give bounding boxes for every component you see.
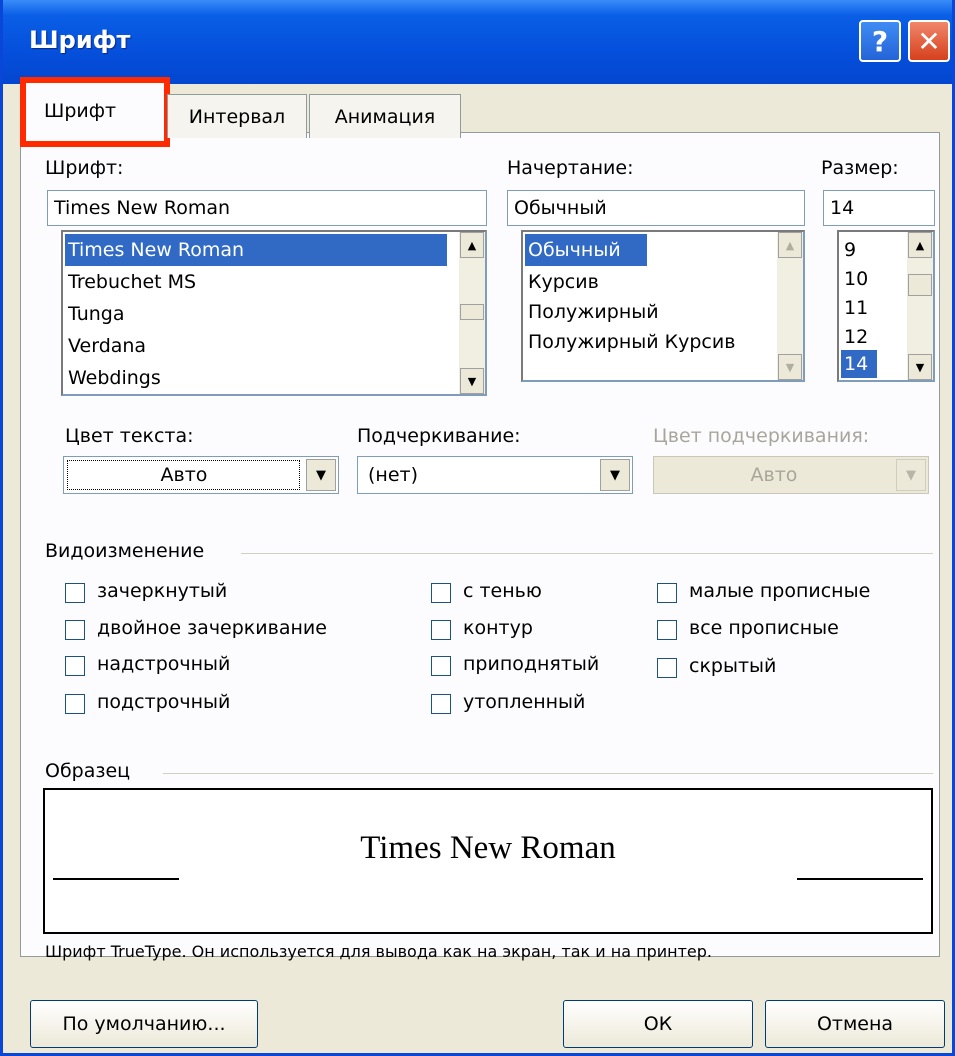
style-label: Начертание: bbox=[507, 157, 634, 179]
list-item[interactable]: Tunga bbox=[65, 298, 447, 330]
superscript-label: надстрочный bbox=[97, 653, 231, 675]
tab-font-label: Шрифт bbox=[44, 100, 117, 122]
emboss-checkbox[interactable] bbox=[431, 656, 451, 676]
default-button-label: По умолчанию... bbox=[62, 1013, 226, 1035]
list-item[interactable]: Полужирный Курсив bbox=[525, 326, 775, 358]
list-item[interactable]: Курсив bbox=[525, 266, 775, 298]
list-item[interactable]: 12 bbox=[841, 321, 877, 353]
underline-label: Подчеркивание: bbox=[357, 425, 521, 447]
small-caps-label: малые прописные bbox=[689, 580, 871, 602]
preview-baseline-left bbox=[53, 878, 179, 880]
dropdown-arrow-icon: ▼ bbox=[896, 459, 926, 491]
dropdown-arrow-icon[interactable]: ▼ bbox=[306, 459, 336, 491]
style-input[interactable]: Обычный bbox=[507, 190, 805, 226]
scroll-up-icon[interactable]: ▲ bbox=[778, 232, 802, 258]
font-label: Шрифт: bbox=[45, 157, 124, 179]
underline-color-label: Цвет подчеркивания: bbox=[653, 425, 870, 447]
size-input[interactable]: 14 bbox=[823, 190, 935, 226]
list-item[interactable]: Verdana bbox=[65, 330, 447, 362]
list-item[interactable]: Обычный bbox=[525, 234, 647, 266]
preview-group-label: Образец bbox=[45, 760, 131, 782]
subscript-checkbox[interactable] bbox=[65, 694, 85, 714]
preview-baseline-right bbox=[797, 878, 923, 880]
outline-checkbox[interactable] bbox=[431, 620, 451, 640]
tab-interval-label: Интервал bbox=[188, 105, 286, 128]
font-dialog: Шрифт ? ✕ Шрифт Интервал Анимация Шрифт:… bbox=[0, 0, 955, 1056]
font-type-note: Шрифт TrueType. Он используется для выво… bbox=[45, 942, 712, 961]
text-color-label: Цвет текста: bbox=[65, 425, 194, 447]
strikethrough-checkbox[interactable] bbox=[65, 583, 85, 603]
shadow-checkbox[interactable] bbox=[431, 583, 451, 603]
double-strikethrough-checkbox[interactable] bbox=[65, 620, 85, 640]
help-icon: ? bbox=[871, 24, 889, 58]
text-color-select[interactable]: Авто ▼ bbox=[63, 456, 339, 494]
group-divider bbox=[163, 773, 933, 774]
preview-text: Times New Roman bbox=[360, 830, 616, 866]
list-item[interactable]: 9 bbox=[841, 234, 877, 266]
style-list[interactable]: Обычный Курсив Полужирный Полужирный Кур… bbox=[521, 230, 805, 382]
scroll-thumb[interactable] bbox=[908, 274, 932, 296]
default-button[interactable]: По умолчанию... bbox=[30, 1000, 258, 1048]
cancel-button-label: Отмена bbox=[816, 1013, 894, 1035]
font-input[interactable]: Times New Roman bbox=[47, 190, 487, 226]
list-item[interactable]: Times New Roman bbox=[65, 234, 447, 266]
underline-color-value: Авто bbox=[750, 464, 798, 486]
scroll-down-icon[interactable]: ▼ bbox=[908, 354, 932, 380]
tab-font[interactable]: Шрифт bbox=[20, 77, 170, 147]
close-button[interactable]: ✕ bbox=[908, 20, 950, 62]
all-caps-label: все прописные bbox=[689, 617, 839, 639]
engrave-label: утопленный bbox=[463, 691, 586, 713]
list-item[interactable]: 10 bbox=[841, 263, 877, 295]
strikethrough-label: зачеркнутый bbox=[97, 580, 228, 602]
outline-label: контур bbox=[463, 617, 533, 639]
scroll-up-icon[interactable]: ▲ bbox=[908, 232, 932, 258]
help-button[interactable]: ? bbox=[859, 20, 901, 62]
close-icon: ✕ bbox=[917, 24, 941, 58]
tab-animation[interactable]: Анимация bbox=[309, 94, 461, 138]
size-list[interactable]: 9 10 11 12 14 ▲ ▼ bbox=[837, 230, 935, 382]
title-bar[interactable]: Шрифт ? ✕ bbox=[3, 0, 952, 84]
underline-value: (нет) bbox=[368, 464, 419, 486]
tab-interval[interactable]: Интервал bbox=[167, 94, 307, 138]
double-strikethrough-label: двойное зачеркивание bbox=[97, 617, 327, 639]
list-item[interactable]: Trebuchet MS bbox=[65, 266, 447, 298]
window-title: Шрифт bbox=[29, 26, 131, 54]
tab-animation-label: Анимация bbox=[334, 105, 436, 128]
list-item[interactable]: 14 bbox=[841, 350, 877, 378]
all-caps-checkbox[interactable] bbox=[657, 620, 677, 640]
list-item[interactable]: Webdings bbox=[65, 362, 447, 394]
size-list-scrollbar[interactable]: ▲ ▼ bbox=[907, 232, 933, 380]
superscript-checkbox[interactable] bbox=[65, 656, 85, 676]
small-caps-checkbox[interactable] bbox=[657, 583, 677, 603]
size-label: Размер: bbox=[821, 157, 899, 179]
style-list-scrollbar[interactable]: ▲ ▼ bbox=[777, 232, 803, 380]
underline-color-select: Авто ▼ bbox=[653, 456, 929, 494]
scroll-thumb[interactable] bbox=[460, 304, 484, 320]
dropdown-arrow-icon[interactable]: ▼ bbox=[600, 459, 630, 491]
list-item[interactable]: 11 bbox=[841, 292, 877, 324]
ok-button-label: ОК bbox=[643, 1013, 673, 1035]
subscript-label: подстрочный bbox=[97, 691, 231, 713]
ok-button[interactable]: ОК bbox=[563, 1000, 753, 1048]
underline-select[interactable]: (нет) ▼ bbox=[357, 456, 633, 494]
preview-box: Times New Roman bbox=[43, 788, 933, 934]
group-divider bbox=[241, 553, 933, 554]
font-list[interactable]: Times New Roman Trebuchet MS Tunga Verda… bbox=[61, 230, 487, 396]
effects-group-label: Видоизменение bbox=[45, 540, 205, 562]
font-list-scrollbar[interactable]: ▲ ▼ bbox=[459, 232, 485, 394]
cancel-button[interactable]: Отмена bbox=[765, 1000, 945, 1048]
hidden-checkbox[interactable] bbox=[657, 658, 677, 678]
scroll-down-icon[interactable]: ▼ bbox=[460, 368, 484, 394]
emboss-label: приподнятый bbox=[463, 653, 600, 675]
hidden-label: скрытый bbox=[689, 655, 777, 677]
engrave-checkbox[interactable] bbox=[431, 694, 451, 714]
scroll-down-icon[interactable]: ▼ bbox=[778, 354, 802, 380]
list-item[interactable]: Полужирный bbox=[525, 296, 775, 328]
text-color-value: Авто bbox=[160, 464, 208, 486]
shadow-label: с тенью bbox=[463, 580, 542, 602]
scroll-up-icon[interactable]: ▲ bbox=[460, 232, 484, 258]
